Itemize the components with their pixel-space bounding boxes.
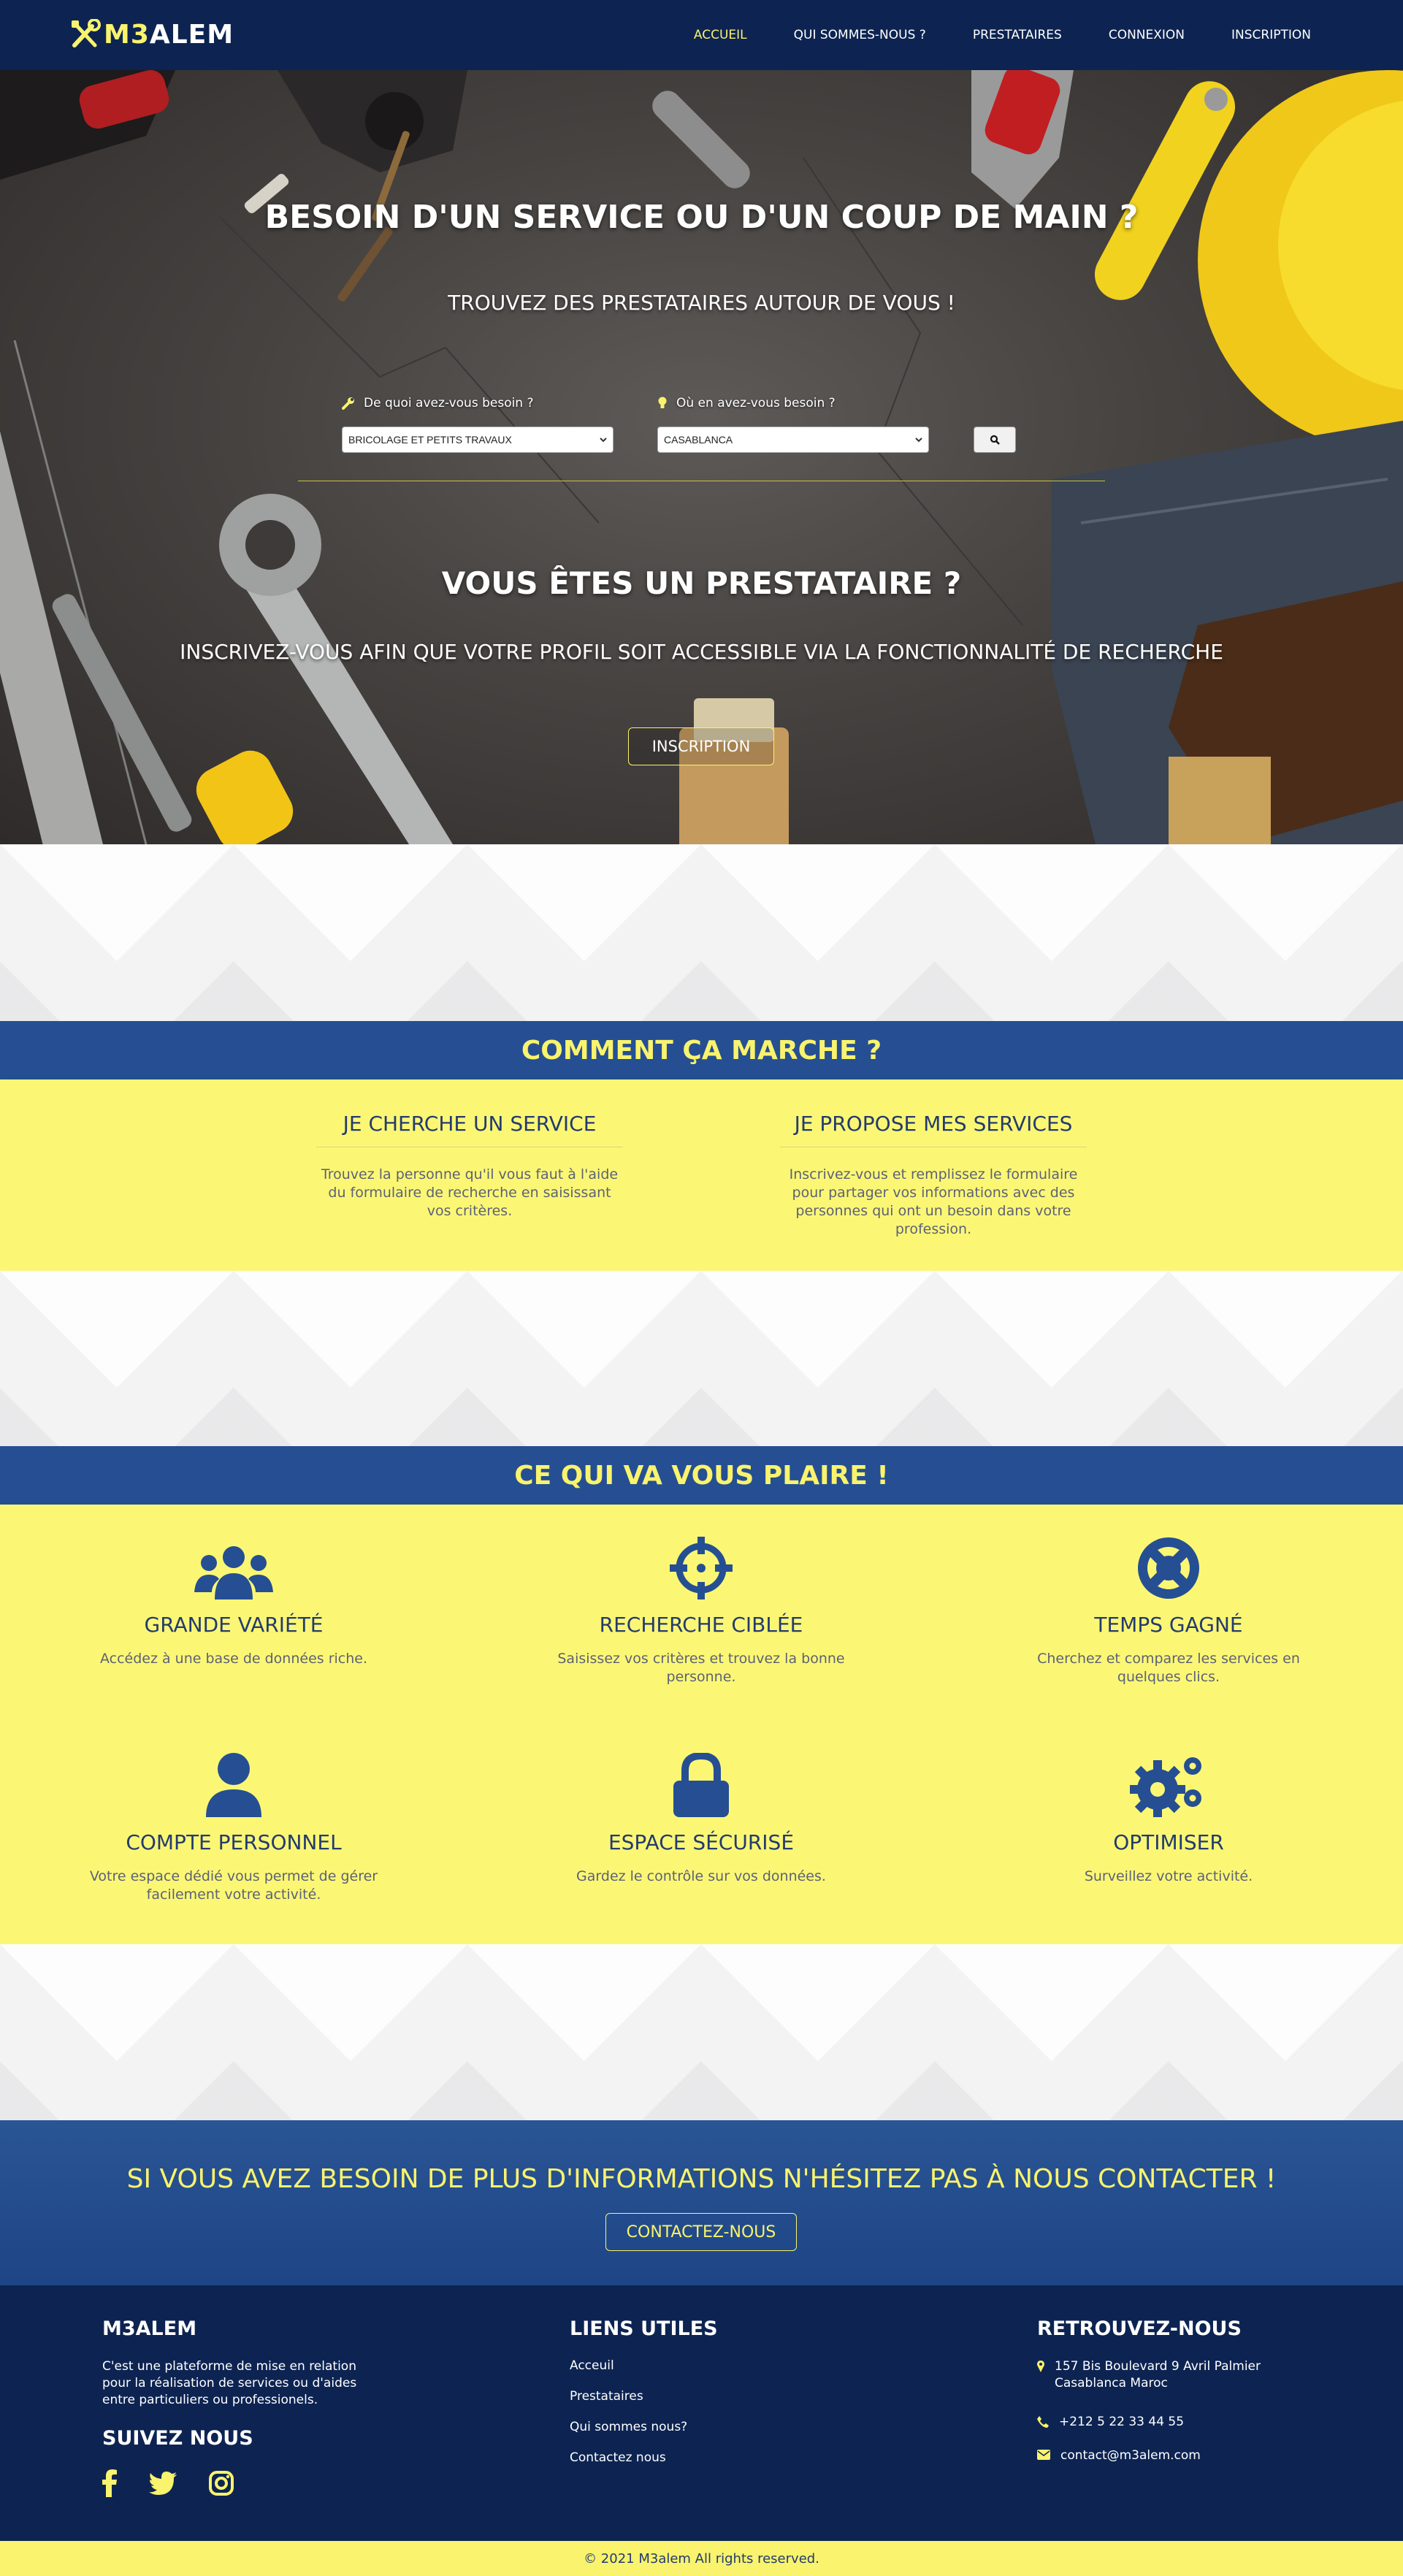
feature-title: ESPACE SÉCURISÉ	[608, 1830, 795, 1854]
feature-card: GRANDE VARIÉTÉ Accédez à une base de don…	[73, 1535, 394, 1668]
life-ring-icon	[1138, 1537, 1199, 1599]
service-select-value: BRICOLAGE ET PETITS TRAVAUX	[348, 434, 512, 446]
service-label-text: De quoi avez-vous besoin ?	[364, 396, 534, 410]
service-select[interactable]: BRICOLAGE ET PETITS TRAVAUX	[342, 427, 613, 453]
feature-text: Cherchez et comparez les services en que…	[1037, 1651, 1300, 1685]
pattern-band	[0, 844, 1403, 1021]
search-icon	[990, 435, 1000, 445]
social-links	[102, 2469, 266, 2497]
contact-title: SI VOUS AVEZ BESOIN DE PLUS D'INFORMATIO…	[126, 2164, 1277, 2194]
footer-about-text: C'est une plateforme de mise en relation…	[102, 2359, 357, 2407]
logo[interactable]: M3ALEM	[70, 18, 234, 51]
feature-text: Votre espace dédié vous permet de gérer …	[89, 1868, 378, 1903]
feature-title: RECHERCHE CIBLÉE	[599, 1613, 803, 1637]
footer-link-acceuil[interactable]: Acceuil	[570, 2358, 614, 2373]
envelope-icon	[1037, 2450, 1050, 2460]
facebook-icon[interactable]	[102, 2469, 117, 2497]
location-label-text: Où en avez-vous besoin ?	[676, 396, 836, 410]
feature-text: Gardez le contrôle sur vos données.	[576, 1868, 826, 1884]
search-service-title: JE CHERCHE UN SERVICE	[343, 1112, 597, 1136]
nav-menu: ACCUEIL QUI SOMMES-NOUS ? PRESTATAIRES C…	[647, 0, 1311, 70]
phone-icon	[1037, 2416, 1049, 2428]
footer-find-title: RETROUVEZ-NOUS	[1037, 2317, 1242, 2340]
feature-title: COMPTE PERSONNEL	[126, 1830, 342, 1854]
wrench-icon	[342, 397, 354, 410]
footer-links-title: LIENS UTILES	[570, 2317, 718, 2340]
instagram-icon[interactable]	[209, 2471, 234, 2496]
nav-accueil[interactable]: ACCUEIL	[694, 28, 747, 42]
how-it-works-header: COMMENT ÇA MARCHE ?	[0, 1021, 1403, 1079]
hero-title: BESOIN D'UN SERVICE OU D'UN COUP DE MAIN…	[264, 199, 1139, 236]
hero-inscription-button[interactable]: INSCRIPTION	[628, 727, 774, 765]
feature-text: Surveillez votre activité.	[1084, 1868, 1253, 1884]
tools-logo-icon	[72, 19, 101, 47]
features-header: CE QUI VA VOUS PLAIRE !	[0, 1446, 1403, 1505]
navbar: M3ALEM ACCUEIL QUI SOMMES-NOUS ? PRESTAT…	[0, 0, 1403, 70]
hero-section: BESOIN D'UN SERVICE OU D'UN COUP DE MAIN…	[0, 70, 1403, 844]
logo-text: M3ALEM	[104, 19, 234, 50]
feature-card: RECHERCHE CIBLÉE Saisissez vos critères …	[540, 1535, 862, 1686]
footer-email-text[interactable]: contact@m3alem.com	[1060, 2447, 1201, 2464]
pattern-band	[0, 1944, 1403, 2120]
footer-phone-text[interactable]: +212 5 22 33 44 55	[1059, 2414, 1184, 2431]
chevron-down-icon	[915, 437, 922, 443]
map-marker-icon	[1037, 2361, 1044, 2372]
provider-title: VOUS ÊTES UN PRESTATAIRE ?	[441, 565, 962, 601]
feature-card: COMPTE PERSONNEL Votre espace dédié vous…	[73, 1753, 394, 1904]
footer-phone: +212 5 22 33 44 55	[1037, 2414, 1184, 2431]
hero-subtitle: TROUVEZ DES PRESTATAIRES AUTOUR DE VOUS …	[448, 291, 955, 315]
service-label: De quoi avez-vous besoin ?	[342, 396, 534, 410]
feature-text: Saisissez vos critères et trouvez la bon…	[557, 1651, 845, 1685]
users-icon	[194, 1546, 273, 1600]
feature-card: OPTIMISER Surveillez votre activité.	[1008, 1753, 1329, 1886]
footer-address: 157 Bis Boulevard 9 Avril Palmier Casabl…	[1037, 2358, 1300, 2392]
footer-link-qui-sommes-nous[interactable]: Qui sommes nous?	[570, 2420, 687, 2434]
pattern-band	[0, 1271, 1403, 1446]
feature-title: OPTIMISER	[1113, 1830, 1224, 1854]
feature-text: Accédez à une base de données riche.	[99, 1651, 368, 1667]
twitter-icon[interactable]	[149, 2472, 177, 2495]
nav-prestataires[interactable]: PRESTATAIRES	[973, 28, 1062, 42]
how-it-works-section: JE CHERCHE UN SERVICE Trouvez la personn…	[0, 1079, 1403, 1271]
crosshairs-icon	[670, 1537, 733, 1600]
footer-link-prestataires[interactable]: Prestataires	[570, 2389, 643, 2404]
search-button[interactable]	[974, 427, 1016, 453]
search-service-text: Trouvez la personne qu'il vous faut à l'…	[321, 1166, 619, 1219]
location-select[interactable]: CASABLANCA	[657, 427, 929, 453]
cogs-icon	[1130, 1757, 1201, 1817]
feature-card: TEMPS GAGNÉ Cherchez et comparez les ser…	[1008, 1535, 1329, 1686]
offer-service-text: Inscrivez-vous et remplissez le formulai…	[789, 1166, 1078, 1237]
footer: M3ALEM C'est une plateforme de mise en r…	[0, 2285, 1403, 2541]
nav-connexion[interactable]: CONNEXION	[1109, 28, 1185, 42]
footer-email: contact@m3alem.com	[1037, 2447, 1201, 2464]
location-select-value: CASABLANCA	[664, 434, 733, 446]
footer-about-title: M3ALEM	[102, 2317, 197, 2340]
location-label: Où en avez-vous besoin ?	[657, 396, 836, 410]
lightbulb-icon	[658, 397, 667, 408]
user-icon	[206, 1753, 261, 1817]
contact-banner: SI VOUS AVEZ BESOIN DE PLUS D'INFORMATIO…	[0, 2120, 1403, 2285]
contact-button[interactable]: CONTACTEZ-NOUS	[605, 2213, 797, 2251]
lock-icon	[673, 1753, 729, 1817]
footer-link-contact[interactable]: Contactez nous	[570, 2450, 666, 2465]
nav-qui-sommes-nous[interactable]: QUI SOMMES-NOUS ?	[794, 28, 926, 42]
feature-title: TEMPS GAGNÉ	[1094, 1613, 1243, 1637]
feature-title: GRANDE VARIÉTÉ	[144, 1613, 324, 1637]
offer-service-title: JE PROPOSE MES SERVICES	[794, 1112, 1073, 1136]
chevron-down-icon	[600, 437, 607, 443]
feature-card: ESPACE SÉCURISÉ Gardez le contrôle sur v…	[540, 1753, 862, 1886]
footer-follow-title: SUIVEZ NOUS	[102, 2427, 253, 2450]
provider-subtitle: INSCRIVEZ-VOUS AFIN QUE VOTRE PROFIL SOI…	[180, 640, 1223, 664]
footer-address-text: 157 Bis Boulevard 9 Avril Palmier Casabl…	[1055, 2359, 1261, 2390]
features-section: GRANDE VARIÉTÉ Accédez à une base de don…	[0, 1505, 1403, 1944]
nav-inscription[interactable]: INSCRIPTION	[1231, 28, 1311, 42]
copyright-bar: © 2021 M3alem All rights reserved.	[0, 2541, 1403, 2576]
